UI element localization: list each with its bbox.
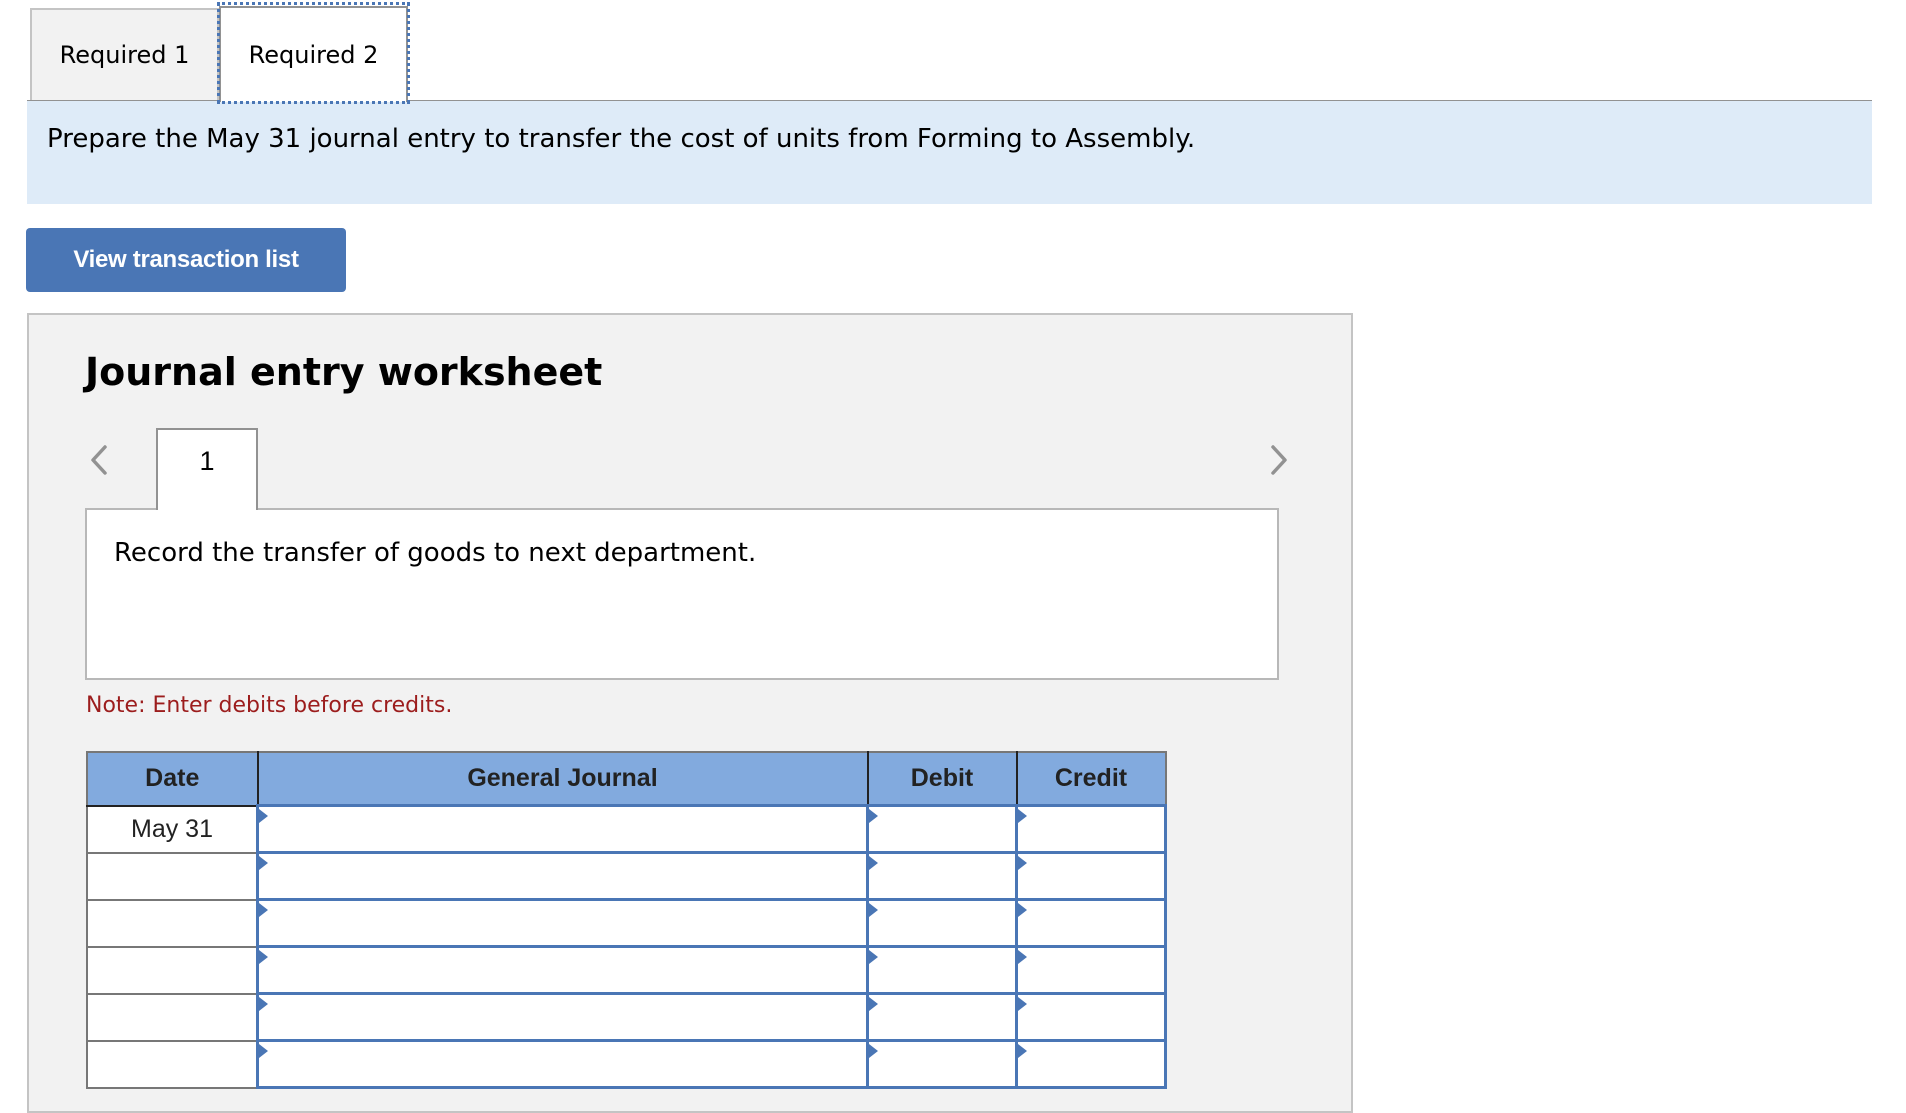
note-text: Note: Enter debits before credits. (86, 693, 453, 718)
credit-input[interactable] (1015, 804, 1167, 854)
header-debit: Debit (866, 751, 1018, 807)
entry-description: Record the transfer of goods to next dep… (114, 538, 757, 568)
credit-input[interactable] (1015, 851, 1167, 901)
chevron-right-icon[interactable] (1269, 443, 1289, 477)
journal-table: Date General Journal Debit Credit May 31 (86, 751, 1167, 1089)
instruction-text: Prepare the May 31 journal entry to tran… (47, 124, 1196, 154)
page-tab-label: 1 (199, 446, 215, 476)
table-row (86, 992, 1167, 1042)
header-credit: Credit (1015, 751, 1167, 807)
date-cell (86, 1039, 259, 1089)
entry-description-box: Record the transfer of goods to next dep… (85, 508, 1279, 680)
date-cell (86, 898, 259, 948)
debit-input[interactable] (866, 992, 1018, 1042)
entry-page-tab-1[interactable]: 1 (156, 428, 258, 510)
debit-input[interactable] (866, 851, 1018, 901)
requirement-tabs: Required 1 Required 2 (27, 2, 1872, 104)
account-input[interactable] (256, 804, 869, 854)
table-row (86, 898, 1167, 948)
account-input[interactable] (256, 851, 869, 901)
debit-input[interactable] (866, 804, 1018, 854)
account-input[interactable] (256, 992, 869, 1042)
credit-input[interactable] (1015, 945, 1167, 995)
instruction-banner: Prepare the May 31 journal entry to tran… (27, 101, 1872, 204)
date-cell (86, 945, 259, 995)
table-row (86, 1039, 1167, 1089)
credit-input[interactable] (1015, 992, 1167, 1042)
table-row: May 31 (86, 804, 1167, 854)
date-cell (86, 992, 259, 1042)
table-row (86, 945, 1167, 995)
tab-required-1[interactable]: Required 1 (30, 8, 219, 100)
tab-label: Required 1 (59, 41, 190, 69)
tab-label: Required 2 (248, 41, 379, 69)
header-general-journal: General Journal (256, 751, 869, 807)
debit-input[interactable] (866, 945, 1018, 995)
header-date: Date (86, 751, 259, 807)
date-cell: May 31 (86, 804, 259, 854)
journal-entry-worksheet-panel: Journal entry worksheet 1 Record the tra… (27, 313, 1353, 1113)
account-input[interactable] (256, 945, 869, 995)
credit-input[interactable] (1015, 898, 1167, 948)
chevron-left-icon[interactable] (89, 443, 109, 477)
credit-input[interactable] (1015, 1039, 1167, 1089)
worksheet-title: Journal entry worksheet (85, 350, 603, 394)
date-cell (86, 851, 259, 901)
debit-input[interactable] (866, 898, 1018, 948)
table-header-row: Date General Journal Debit Credit (86, 751, 1167, 807)
debit-input[interactable] (866, 1039, 1018, 1089)
account-input[interactable] (256, 1039, 869, 1089)
table-row (86, 851, 1167, 901)
tab-required-2[interactable]: Required 2 (217, 2, 410, 104)
view-transaction-list-button[interactable]: View transaction list (26, 228, 346, 292)
account-input[interactable] (256, 898, 869, 948)
